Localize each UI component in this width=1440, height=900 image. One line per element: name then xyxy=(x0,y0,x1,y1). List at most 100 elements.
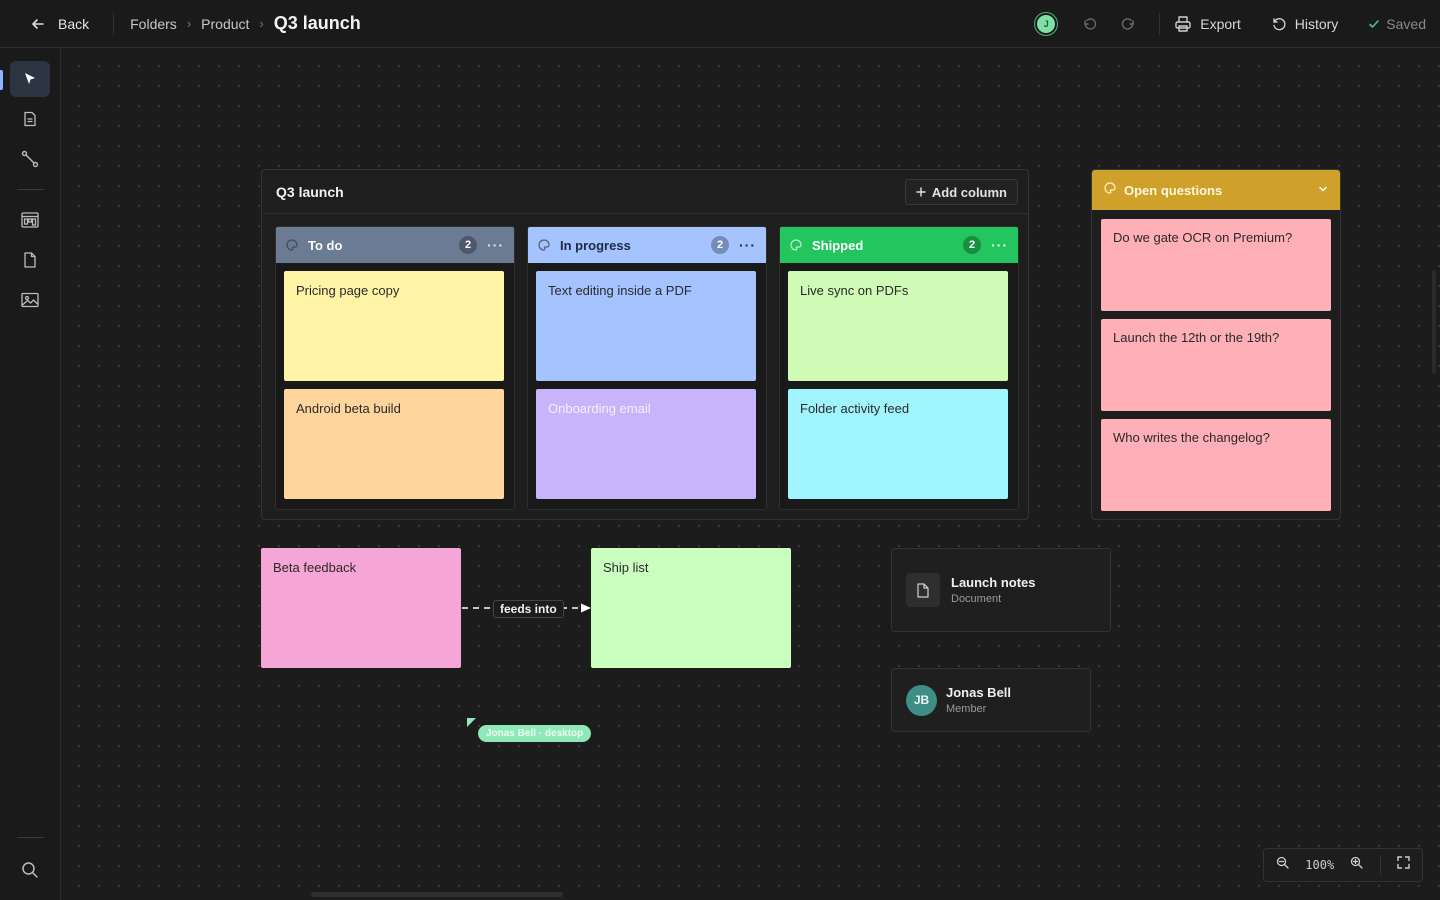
vertical-scrollbar[interactable] xyxy=(1432,270,1436,374)
palette-icon[interactable] xyxy=(790,239,802,251)
divider xyxy=(113,12,115,35)
palette-icon[interactable] xyxy=(538,239,550,251)
board-title: Q3 launch xyxy=(276,184,344,200)
card-text: Pricing page copy xyxy=(296,283,400,298)
zoom-out-icon xyxy=(1276,856,1289,869)
arrow-left-icon xyxy=(32,18,44,29)
sticky-note-beta-feedback[interactable]: Beta feedback xyxy=(261,548,461,668)
member-name: Jonas Bell xyxy=(946,685,1012,700)
image-tool[interactable] xyxy=(10,282,50,318)
column-count-badge: 2 xyxy=(711,236,729,254)
more-icon[interactable]: ··· xyxy=(487,237,504,253)
zoom-out-button[interactable] xyxy=(1276,856,1289,874)
column-title: To do xyxy=(308,237,343,253)
card-text: Android beta build xyxy=(296,401,401,416)
card[interactable]: Live sync on PDFs xyxy=(788,271,1008,381)
member-card[interactable]: JB Jonas Bell Member xyxy=(891,668,1091,732)
zoom-in-button[interactable] xyxy=(1350,856,1364,874)
section-title: Open questions xyxy=(1124,182,1223,198)
card[interactable]: Pricing page copy xyxy=(284,271,504,381)
top-bar: Back Folders › Product › Q3 launch J Exp… xyxy=(0,0,1440,48)
export-button[interactable]: Export xyxy=(1174,15,1241,33)
column-todo[interactable]: To do 2 ··· Pricing page copy Android be… xyxy=(275,226,515,510)
card-text: Text editing inside a PDF xyxy=(548,283,692,298)
kanban-board[interactable]: Q3 launch Add column To do 2 ··· Pricing… xyxy=(261,169,1029,520)
check-icon xyxy=(1369,20,1380,28)
breadcrumb: Folders › Product › Q3 launch xyxy=(130,13,361,34)
breadcrumb-product[interactable]: Product xyxy=(201,16,249,32)
board-icon xyxy=(21,212,39,228)
zoom-level[interactable]: 100% xyxy=(1305,858,1334,872)
breadcrumb-folders[interactable]: Folders xyxy=(130,16,177,32)
column-header: Shipped 2 ··· xyxy=(780,227,1018,263)
document-icon xyxy=(24,252,36,268)
horizontal-scrollbar[interactable] xyxy=(311,892,563,897)
card[interactable]: Folder activity feed xyxy=(788,389,1008,499)
card[interactable]: Onboarding email xyxy=(536,389,756,499)
cursor-arrow-icon xyxy=(25,73,35,84)
back-button[interactable]: Back xyxy=(24,8,95,40)
more-icon[interactable]: ··· xyxy=(991,237,1008,253)
board-tool[interactable] xyxy=(10,202,50,238)
note-icon xyxy=(24,111,36,127)
printer-icon xyxy=(1175,16,1191,32)
add-column-button[interactable]: Add column xyxy=(904,179,1018,205)
saved-label: Saved xyxy=(1386,16,1426,32)
history-label: History xyxy=(1294,16,1339,32)
page-title: Q3 launch xyxy=(273,13,361,33)
card-text: Do we gate OCR on Premium? xyxy=(1113,230,1293,245)
chevron-down-icon[interactable] xyxy=(1318,181,1328,199)
document-type: Document xyxy=(951,593,1002,605)
history-button[interactable]: History xyxy=(1271,16,1339,32)
column-count-badge: 2 xyxy=(459,236,477,254)
topbar-actions: J Export History Saved xyxy=(1035,0,1440,48)
open-questions-section[interactable]: Open questions Do we gate OCR on Premium… xyxy=(1091,169,1341,520)
presence-avatar[interactable]: J xyxy=(1035,13,1058,35)
rail-divider xyxy=(17,189,44,190)
zoom-in-icon xyxy=(1351,856,1364,869)
select-tool[interactable] xyxy=(10,61,50,97)
fullscreen-icon xyxy=(1397,856,1410,869)
document-title: Launch notes xyxy=(951,575,1036,590)
note-tool[interactable] xyxy=(10,101,50,137)
column-title: Shipped xyxy=(812,237,864,253)
breadcrumb-separator: › xyxy=(186,16,192,31)
search-tool[interactable] xyxy=(10,852,50,888)
connector-label[interactable]: feeds into xyxy=(493,600,564,618)
save-status: Saved xyxy=(1368,16,1426,32)
more-icon[interactable]: ··· xyxy=(739,237,756,253)
card[interactable]: Android beta build xyxy=(284,389,504,499)
palette-icon[interactable] xyxy=(1104,181,1116,199)
board-header: Q3 launch Add column xyxy=(262,170,1028,214)
card[interactable]: Text editing inside a PDF xyxy=(536,271,756,381)
search-icon xyxy=(22,862,38,878)
tool-rail xyxy=(0,48,61,900)
question-card[interactable]: Who writes the changelog? xyxy=(1101,419,1331,511)
column-in-progress[interactable]: In progress 2 ··· Text editing inside a … xyxy=(527,226,767,510)
card-text: Launch the 12th or the 19th? xyxy=(1113,330,1280,345)
undo-button[interactable] xyxy=(1075,9,1105,39)
avatar: JB xyxy=(906,684,937,716)
question-card[interactable]: Do we gate OCR on Premium? xyxy=(1101,219,1331,311)
divider xyxy=(1379,855,1381,875)
export-label: Export xyxy=(1200,16,1241,32)
question-card[interactable]: Launch the 12th or the 19th? xyxy=(1101,319,1331,411)
connector-icon xyxy=(21,150,39,168)
sticky-note-ship-list[interactable]: Ship list xyxy=(591,548,791,668)
active-tool-indicator xyxy=(0,70,3,90)
connector-tool[interactable] xyxy=(10,141,50,177)
document-tool[interactable] xyxy=(10,242,50,278)
remote-cursor-label: Jonas Bell · desktop xyxy=(478,725,592,742)
palette-icon[interactable] xyxy=(286,239,298,251)
fullscreen-button[interactable] xyxy=(1397,856,1410,874)
remote-cursor-icon xyxy=(467,718,476,727)
card-text: Folder activity feed xyxy=(800,401,910,416)
redo-icon xyxy=(1122,18,1135,30)
document-card[interactable]: Launch notes Document xyxy=(891,548,1111,632)
whiteboard-canvas[interactable]: Q3 launch Add column To do 2 ··· Pricing… xyxy=(61,48,1440,900)
note-text: Ship list xyxy=(603,560,649,575)
member-role: Member xyxy=(946,703,987,715)
column-shipped[interactable]: Shipped 2 ··· Live sync on PDFs Folder a… xyxy=(779,226,1019,510)
card-text: Who writes the changelog? xyxy=(1113,430,1270,445)
redo-button[interactable] xyxy=(1113,9,1143,39)
